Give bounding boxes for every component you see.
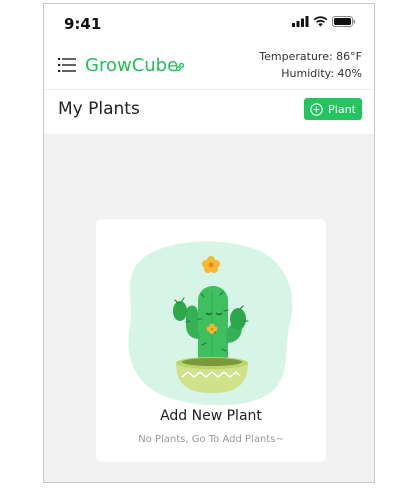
empty-state-title: Add New Plant (160, 408, 262, 424)
wifi-icon (313, 16, 328, 27)
add-plant-button-label: Plant (328, 102, 356, 116)
status-time: 9:41 (64, 15, 102, 33)
menu-icon[interactable] (58, 57, 76, 73)
add-plant-button[interactable]: Plant (304, 98, 362, 120)
empty-state-subtitle: No Plants, Go To Add Plants~ (138, 434, 284, 445)
battery-icon (332, 16, 356, 27)
humidity-readout: Humidity: 40% (281, 67, 362, 80)
empty-state-card[interactable]: Add New Plant No Plants, Go To Add Plant… (96, 219, 326, 462)
app-header: GrowCube Temperature: 86°F Humidity: 40% (44, 42, 374, 90)
potted-cactus-illustration (128, 241, 293, 406)
temperature-readout: Temperature: 86°F (259, 50, 362, 63)
environment-info: Temperature: 86°F Humidity: 40% (259, 48, 362, 82)
plus-circle-icon (310, 102, 323, 116)
app-title: GrowCube (85, 55, 179, 76)
link-icon[interactable] (174, 61, 186, 73)
status-bar: 9:41 (44, 4, 374, 42)
title-row: My Plants Plant (44, 90, 374, 134)
page-title: My Plants (58, 99, 140, 119)
phone-frame: 9:41 GrowCube Temperature: 86°F Humidity… (43, 3, 375, 483)
status-icons (292, 16, 356, 27)
signal-icon (292, 16, 309, 27)
